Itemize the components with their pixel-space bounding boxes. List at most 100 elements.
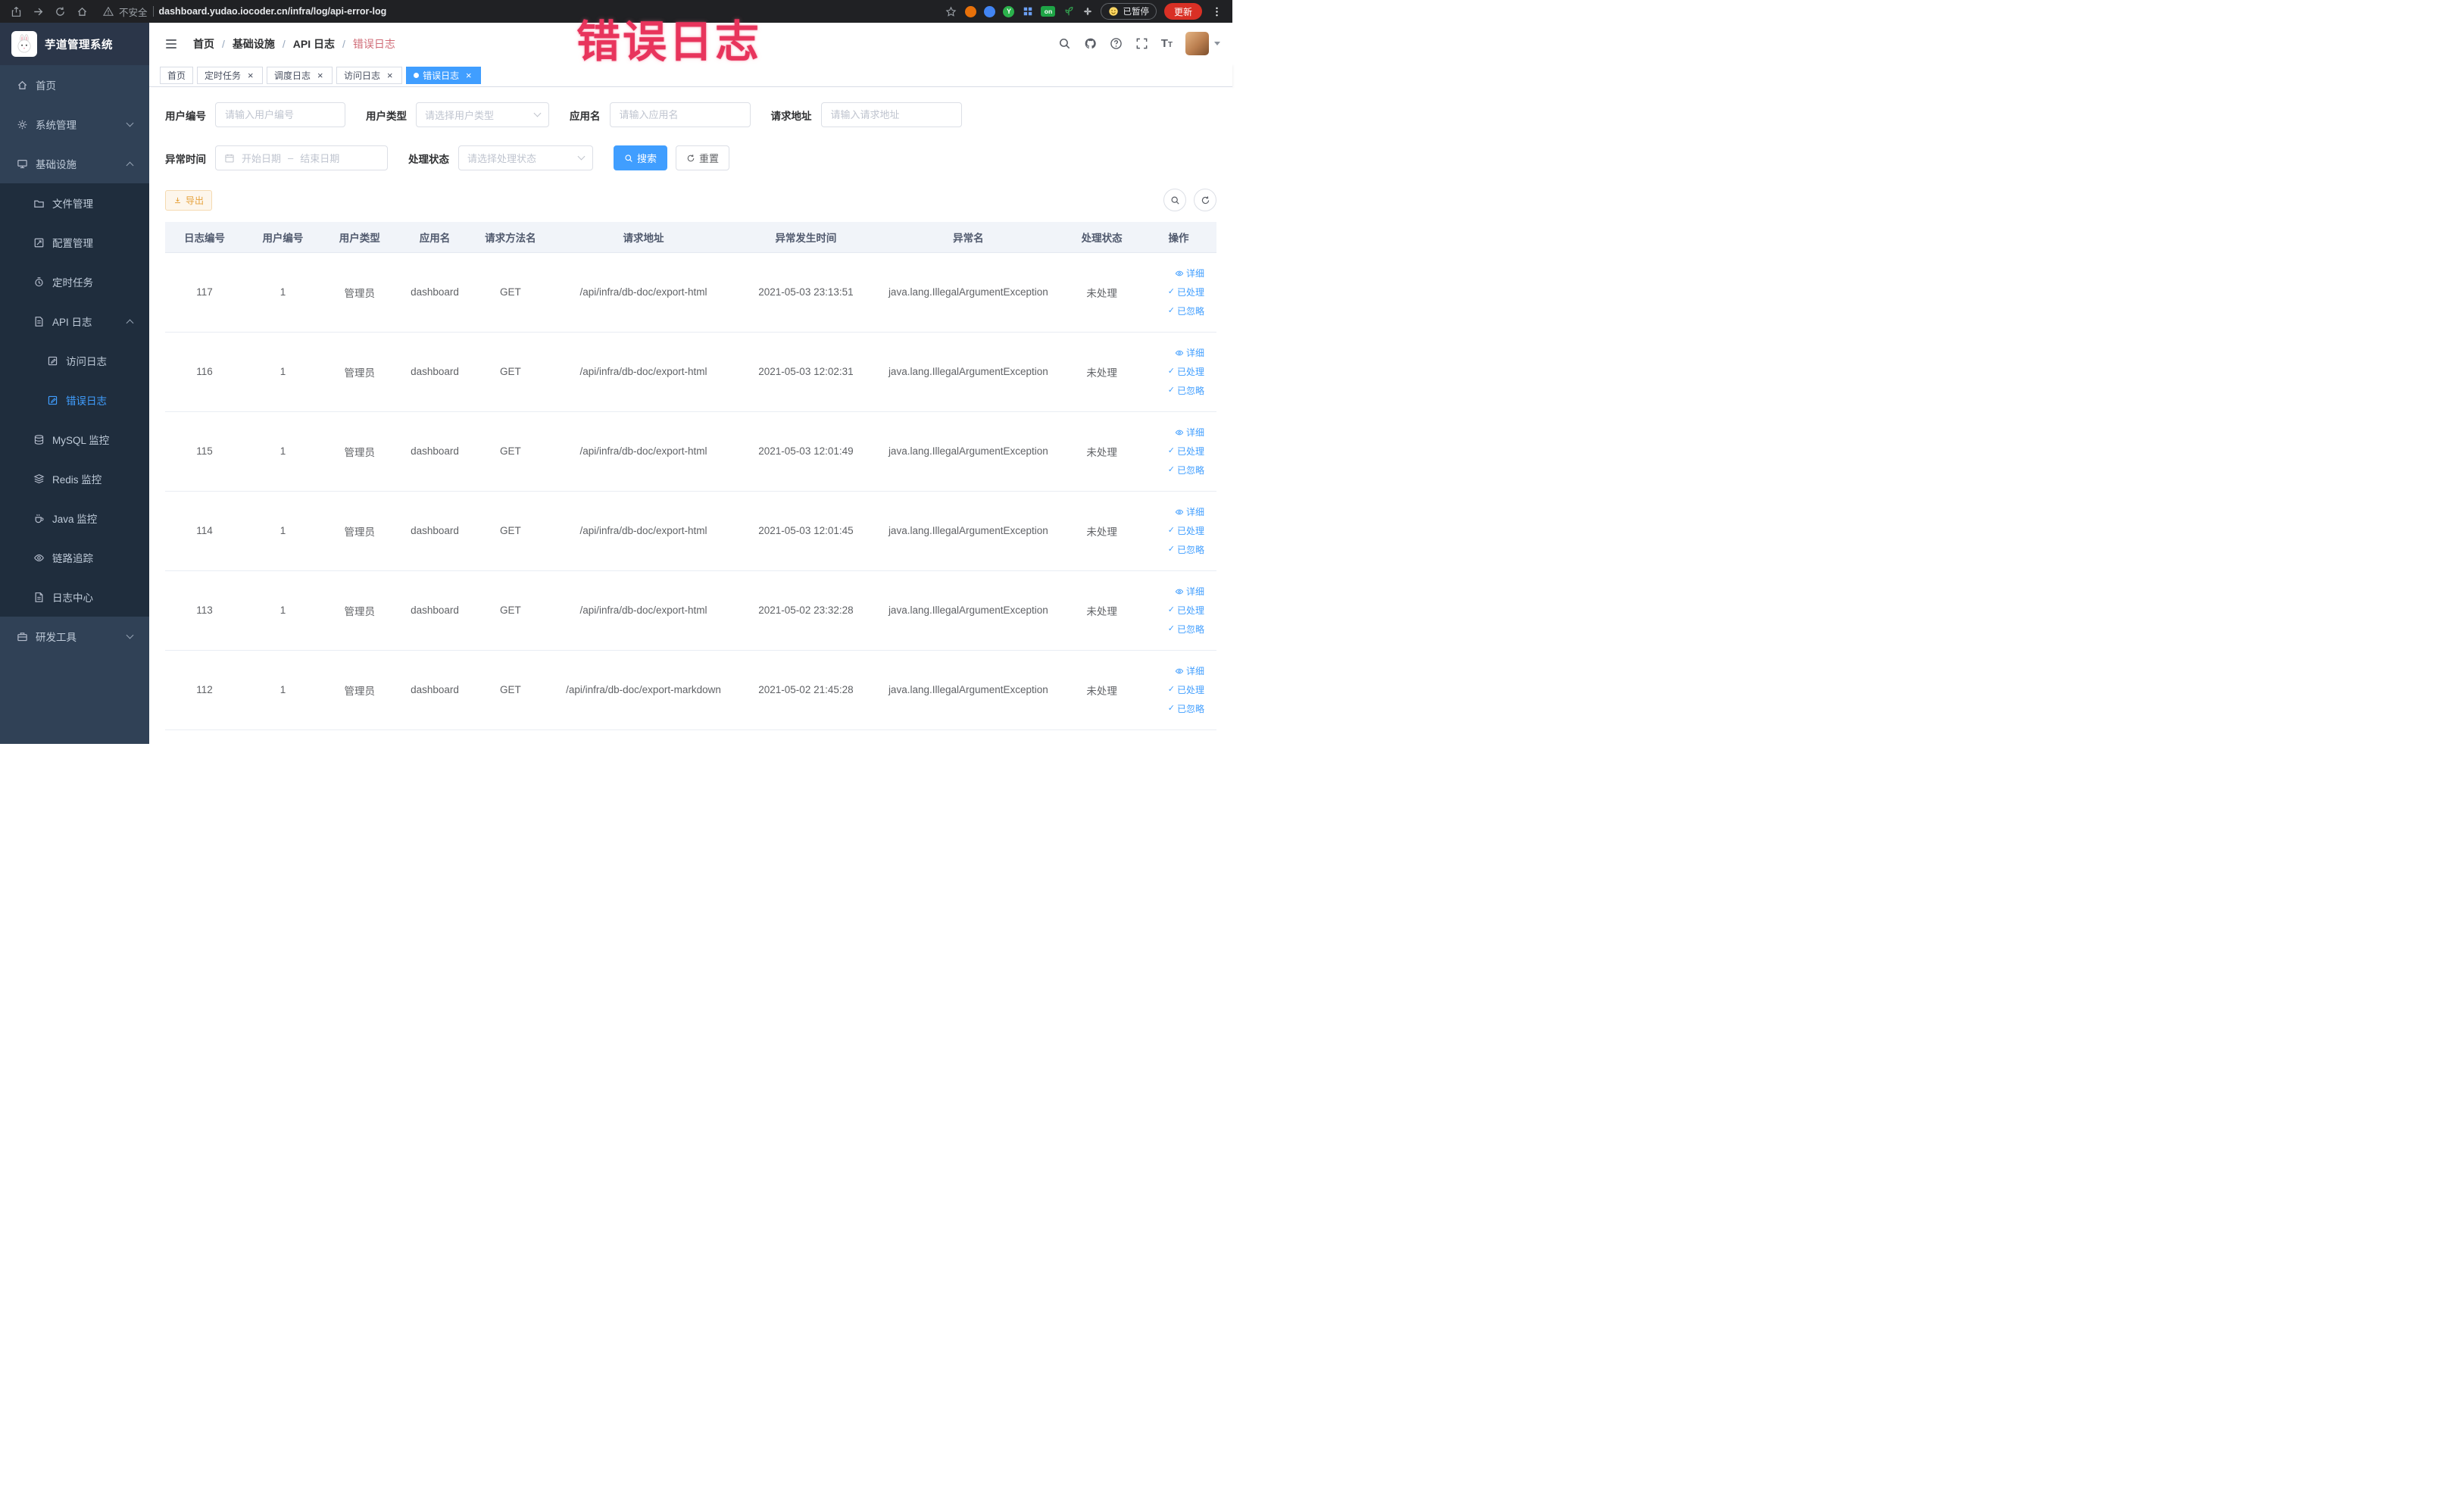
refresh-button[interactable]: [1194, 189, 1216, 211]
knot-extension-icon[interactable]: [1082, 6, 1093, 17]
timer-icon: [33, 276, 45, 288]
sidebar-item[interactable]: 定时任务: [0, 262, 149, 301]
mark-ignored-link[interactable]: ✓ 已忽略: [1168, 383, 1204, 399]
mark-processed-link[interactable]: ✓ 已处理: [1168, 523, 1204, 539]
mark-ignored-link[interactable]: ✓ 已忽略: [1168, 542, 1204, 558]
mark-ignored-link[interactable]: ✓ 已忽略: [1168, 462, 1204, 479]
sidebar-item[interactable]: MySQL 监控: [0, 420, 149, 459]
ops-cell: 详细 ✓ 已处理 ✓ 已忽略: [1141, 650, 1216, 730]
paused-badge[interactable]: 已暂停: [1101, 3, 1157, 20]
infra-icon: [17, 158, 28, 170]
sidebar-item[interactable]: Redis 监控: [0, 459, 149, 498]
check-icon: ✓: [1167, 526, 1175, 535]
sidebar-item[interactable]: 首页: [0, 65, 149, 105]
breadcrumb-item[interactable]: 基础设施: [214, 36, 275, 52]
extension-orange-icon[interactable]: [965, 5, 977, 17]
mark-processed-link[interactable]: ✓ 已处理: [1168, 682, 1204, 698]
close-icon[interactable]: ×: [464, 70, 473, 80]
view-tab[interactable]: 首页 ×: [160, 67, 194, 84]
extension-blue-icon[interactable]: [984, 5, 996, 17]
mark-processed-link[interactable]: ✓ 已处理: [1168, 364, 1204, 380]
method-cell: GET: [472, 491, 549, 571]
sidebar-item-label: Redis 监控: [52, 474, 102, 486]
update-button[interactable]: 更新: [1163, 3, 1202, 20]
github-icon[interactable]: [1084, 37, 1097, 50]
sidebar-item[interactable]: 配置管理: [0, 223, 149, 262]
user-id-input[interactable]: [215, 102, 345, 127]
column-header: 应用名: [397, 222, 473, 253]
home-browser-icon[interactable]: [75, 5, 89, 18]
check-icon: ✓: [1167, 545, 1175, 554]
mark-ignored-link[interactable]: ✓ 已忽略: [1168, 701, 1204, 717]
view-tab[interactable]: 定时任务 ×: [197, 67, 264, 84]
mark-processed-link[interactable]: ✓ 已处理: [1168, 443, 1204, 460]
request-url-input[interactable]: [820, 102, 962, 127]
user-menu[interactable]: [1185, 32, 1220, 55]
leaf-extension-icon[interactable]: [1063, 6, 1074, 17]
view-tab[interactable]: 调度日志 ×: [267, 67, 333, 84]
on-badge-icon[interactable]: on: [1041, 6, 1056, 17]
user-type-cell: 管理员: [321, 570, 398, 651]
sidebar-item[interactable]: 日志中心: [0, 577, 149, 617]
reload-icon[interactable]: [53, 5, 67, 18]
detail-link[interactable]: 详细: [1175, 424, 1204, 441]
sidebar-item[interactable]: 访问日志: [0, 341, 149, 380]
table-header-row: 日志编号 用户编号 用户类型 应用名 请求方法名 请求地址 异常发生时间 异常名…: [165, 222, 1216, 253]
log-id-cell: 117: [165, 252, 245, 333]
toggle-search-button[interactable]: [1163, 189, 1186, 211]
view-tab[interactable]: 错误日志 ×: [406, 67, 482, 84]
detail-link[interactable]: 详细: [1175, 265, 1204, 282]
export-button[interactable]: 导出: [165, 189, 213, 211]
browser-menu-icon[interactable]: [1210, 5, 1223, 18]
date-range-picker[interactable]: 开始日期 – 结束日期: [215, 145, 388, 170]
sidebar: 芋道管理系统 首页 系统管理 基础设施 文件管理 配置管理 定时任务 API 日…: [0, 23, 149, 744]
mark-processed-link[interactable]: ✓ 已处理: [1168, 284, 1204, 301]
hamburger-icon[interactable]: [161, 34, 181, 54]
detail-link[interactable]: 详细: [1175, 663, 1204, 679]
forward-icon[interactable]: [31, 5, 45, 18]
mark-ignored-link[interactable]: ✓ 已忽略: [1168, 621, 1204, 638]
ops-cell: 详细 ✓ 已处理 ✓ 已忽略: [1141, 570, 1216, 651]
view-tab[interactable]: 访问日志 ×: [336, 67, 403, 84]
breadcrumb-item[interactable]: 首页: [193, 36, 214, 52]
sidebar-item[interactable]: 系统管理: [0, 105, 149, 144]
detail-link[interactable]: 详细: [1175, 583, 1204, 600]
sidebar-item[interactable]: Java 监控: [0, 498, 149, 538]
bookmark-star-icon[interactable]: [944, 5, 957, 18]
mark-processed-link[interactable]: ✓ 已处理: [1168, 602, 1204, 619]
sidebar-item[interactable]: 文件管理: [0, 183, 149, 223]
close-icon[interactable]: ×: [385, 70, 395, 80]
font-size-icon[interactable]: TT: [1161, 38, 1173, 49]
extensions-grid-icon[interactable]: [1022, 6, 1033, 17]
breadcrumb-item[interactable]: 错误日志: [335, 36, 395, 52]
app-logo[interactable]: 芋道管理系统: [0, 23, 149, 65]
tab-label: 错误日志: [423, 70, 460, 81]
search-icon[interactable]: [1058, 37, 1071, 50]
mysql-icon: [33, 434, 45, 445]
fullscreen-icon[interactable]: [1135, 37, 1148, 50]
mark-ignored-link[interactable]: ✓ 已忽略: [1168, 303, 1204, 320]
close-icon[interactable]: ×: [315, 70, 325, 80]
extension-green-icon[interactable]: Y: [1003, 5, 1015, 17]
help-icon[interactable]: [1110, 37, 1123, 50]
breadcrumb-item[interactable]: API 日志: [275, 36, 335, 52]
reset-button[interactable]: 重置: [676, 145, 730, 170]
sidebar-item[interactable]: API 日志: [0, 301, 149, 341]
gear-icon: [17, 119, 28, 130]
detail-link[interactable]: 详细: [1175, 504, 1204, 520]
sidebar-item[interactable]: 链路追踪: [0, 538, 149, 577]
app-name-input[interactable]: [609, 102, 751, 127]
close-icon[interactable]: ×: [245, 70, 255, 80]
sidebar-item[interactable]: 错误日志: [0, 380, 149, 420]
user-type-select[interactable]: 请选择用户类型: [416, 102, 549, 127]
sidebar-item[interactable]: 基础设施: [0, 144, 149, 183]
sidebar-item[interactable]: 研发工具: [0, 617, 149, 656]
address-bar[interactable]: 不安全 dashboard.yudao.iocoder.cn/infra/log…: [103, 5, 386, 19]
share-icon[interactable]: [9, 5, 23, 18]
check-icon: ✓: [1167, 624, 1175, 633]
home-icon: [17, 80, 28, 91]
process-status-select[interactable]: 请选择处理状态: [458, 145, 593, 170]
user-type-cell: 管理员: [321, 252, 398, 333]
detail-link[interactable]: 详细: [1175, 345, 1204, 361]
search-button[interactable]: 搜索: [614, 145, 668, 170]
